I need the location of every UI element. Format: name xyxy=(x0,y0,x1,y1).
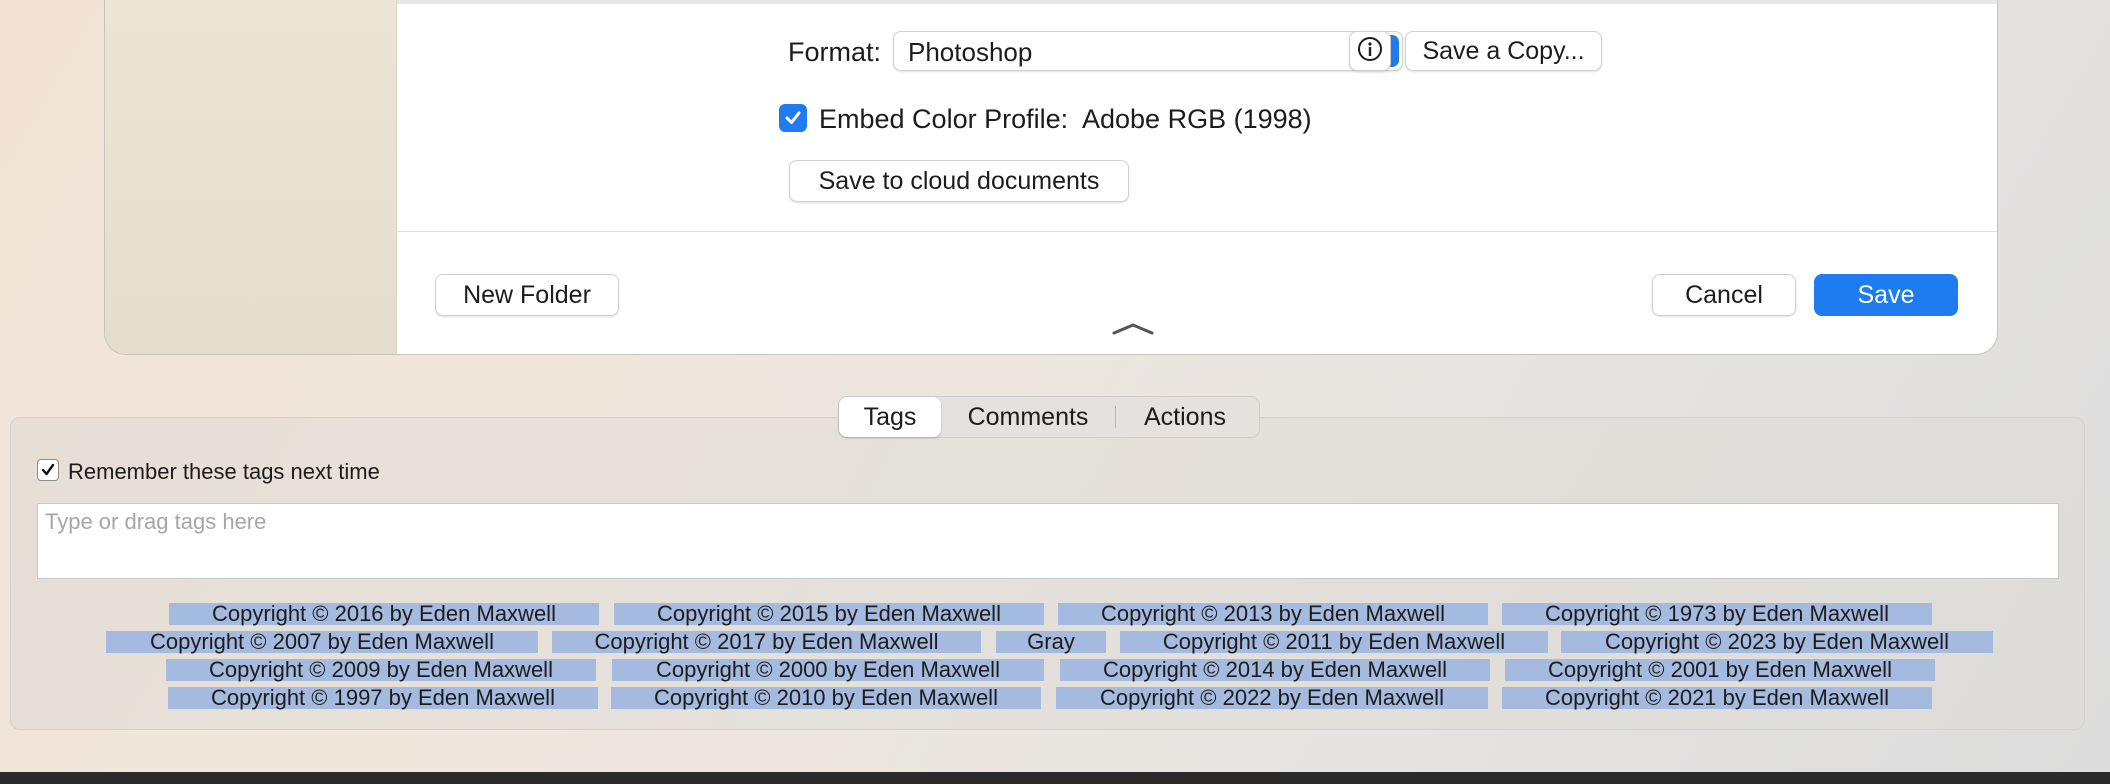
embed-profile-value: Adobe RGB (1998) xyxy=(1082,104,1312,134)
tag-chip[interactable]: Copyright © 2015 by Eden Maxwell xyxy=(614,603,1044,625)
dialog-divider xyxy=(397,231,1997,232)
tags-input[interactable]: Type or drag tags here xyxy=(37,503,2059,579)
info-button[interactable] xyxy=(1349,31,1391,71)
tab-actions[interactable]: Actions xyxy=(1116,397,1254,437)
tag-chip[interactable]: Copyright © 2011 by Eden Maxwell xyxy=(1120,631,1548,653)
tag-chip[interactable]: Copyright © 2009 by Eden Maxwell xyxy=(166,659,596,681)
collapse-chevron-icon[interactable] xyxy=(1111,322,1155,341)
dialog-sidebar xyxy=(105,0,397,354)
tag-chip[interactable]: Copyright © 2000 by Eden Maxwell xyxy=(612,659,1044,681)
format-select[interactable]: Photoshop xyxy=(893,31,1403,71)
checkmark-icon xyxy=(785,111,801,124)
format-value: Photoshop xyxy=(908,37,1033,67)
tag-chip[interactable]: Copyright © 2022 by Eden Maxwell xyxy=(1056,687,1488,709)
tag-chip[interactable]: Copyright © 2013 by Eden Maxwell xyxy=(1058,603,1488,625)
tag-chip[interactable]: Gray xyxy=(996,631,1106,653)
browser-divider xyxy=(397,0,1997,4)
tag-chip[interactable]: Copyright © 2023 by Eden Maxwell xyxy=(1561,631,1993,653)
format-label: Format: xyxy=(788,37,882,67)
tag-chip[interactable]: Copyright © 2014 by Eden Maxwell xyxy=(1060,659,1490,681)
tags-panel-tabs: Tags Comments Actions xyxy=(838,396,1260,438)
cancel-button[interactable]: Cancel xyxy=(1652,274,1796,316)
tag-chip[interactable]: Copyright © 2016 by Eden Maxwell xyxy=(169,603,599,625)
tag-chip[interactable]: Copyright © 2017 by Eden Maxwell xyxy=(552,631,981,653)
remember-tags-checkbox[interactable] xyxy=(37,459,59,481)
new-folder-button[interactable]: New Folder xyxy=(435,274,619,316)
save-button[interactable]: Save xyxy=(1814,274,1958,316)
tab-comments[interactable]: Comments xyxy=(941,397,1115,437)
tag-chip[interactable]: Copyright © 1973 by Eden Maxwell xyxy=(1502,603,1932,625)
info-icon xyxy=(1357,36,1383,67)
tags-input-placeholder: Type or drag tags here xyxy=(45,509,267,534)
tag-chip[interactable]: Copyright © 2007 by Eden Maxwell xyxy=(106,631,538,653)
tag-chip[interactable]: Copyright © 1997 by Eden Maxwell xyxy=(168,687,598,709)
embed-profile-label: Embed Color Profile: xyxy=(819,104,1069,134)
window-bottom-edge xyxy=(0,772,2110,784)
tag-chip[interactable]: Copyright © 2010 by Eden Maxwell xyxy=(611,687,1041,709)
remember-tags-label: Remember these tags next time xyxy=(68,459,380,484)
checkmark-icon xyxy=(41,463,55,476)
save-dialog: Format: Photoshop Save a Copy... Embed C… xyxy=(104,0,1998,355)
tag-chip[interactable]: Copyright © 2021 by Eden Maxwell xyxy=(1502,687,1932,709)
save-to-cloud-button[interactable]: Save to cloud documents xyxy=(789,160,1129,202)
tab-tags[interactable]: Tags xyxy=(839,397,941,437)
embed-profile-checkbox[interactable] xyxy=(779,104,807,132)
save-a-copy-button[interactable]: Save a Copy... xyxy=(1405,31,1602,71)
tag-chip[interactable]: Copyright © 2001 by Eden Maxwell xyxy=(1505,659,1935,681)
